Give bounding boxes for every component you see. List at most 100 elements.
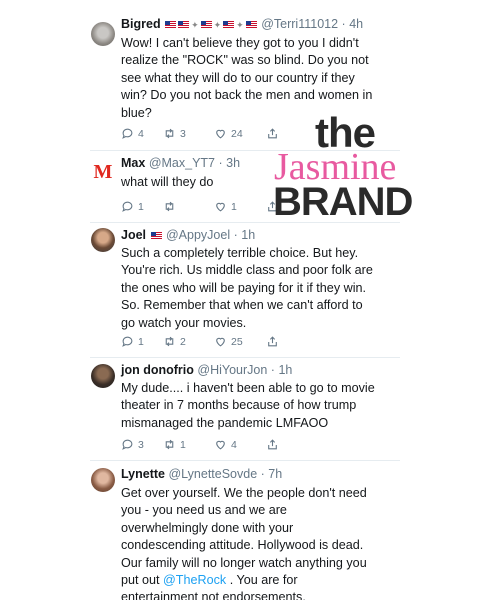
reply-count: 1 xyxy=(138,335,144,348)
timestamp[interactable]: 4h xyxy=(349,17,363,31)
timestamp[interactable]: 3h xyxy=(226,156,240,170)
tweet-actions: 1 1 xyxy=(121,200,291,216)
retweet-button[interactable]: 2 xyxy=(163,335,186,348)
retweet-count: 2 xyxy=(180,335,186,348)
text-line: see what they will do to our country if … xyxy=(121,70,355,85)
retweet-icon xyxy=(165,439,174,450)
tweet-header: jon donofrio @HiYourJon · 1h xyxy=(121,363,292,377)
heart-icon xyxy=(216,440,225,450)
retweet-icon xyxy=(165,201,174,212)
text-line: Wow! I can't believe they got to you I d… xyxy=(121,36,359,50)
avatar-letter: M xyxy=(93,161,113,183)
handle[interactable]: @LynetteSovde xyxy=(168,467,257,481)
reply-button[interactable]: 4 xyxy=(121,127,144,140)
reply-count: 4 xyxy=(138,127,144,140)
avatar[interactable] xyxy=(91,364,115,388)
brand-watermark: the Jasmine BRAND xyxy=(270,112,450,224)
reply-icon xyxy=(122,439,133,450)
reply-button[interactable]: 1 xyxy=(121,335,144,348)
tweet-actions: 1 2 25 xyxy=(121,335,291,351)
share-icon xyxy=(268,336,277,347)
text-line: Such a completely terrible choice. But h… xyxy=(121,246,359,260)
text-fragment: . You are for xyxy=(226,573,298,588)
text-line: realize the "ROCK" was so blind. Do you … xyxy=(121,53,369,68)
text-fragment: put out xyxy=(121,573,164,588)
watermark-brand: BRAND xyxy=(273,180,413,224)
retweet-icon xyxy=(165,336,174,347)
display-name[interactable]: Lynette xyxy=(121,467,165,481)
like-count: 1 xyxy=(231,200,237,213)
reply-button[interactable]: 1 xyxy=(121,200,144,213)
heart-icon xyxy=(216,129,225,139)
display-name[interactable]: Bigred xyxy=(121,17,161,31)
like-count: 25 xyxy=(231,335,243,348)
share-button[interactable] xyxy=(266,335,283,348)
tweet-header: Max @Max_YT7 · 3h xyxy=(121,156,240,170)
text-line: So. Remember that when we can't afford t… xyxy=(121,298,363,313)
text-line: Our family will no longer watch anything… xyxy=(121,555,367,570)
avatar[interactable] xyxy=(91,22,115,46)
text-line: win? Do you not back the men and women i… xyxy=(121,88,373,103)
text-line: entertainment not endorsements. xyxy=(121,590,306,600)
separator: · xyxy=(270,363,275,377)
avatar[interactable] xyxy=(91,468,115,492)
text-line: My dude.... i haven't been able to go to… xyxy=(121,381,375,395)
divider xyxy=(90,460,400,461)
flag-emoji xyxy=(150,228,163,242)
heart-icon xyxy=(216,337,225,347)
display-name[interactable]: jon donofrio xyxy=(121,363,194,377)
retweet-button[interactable]: 3 xyxy=(163,127,186,140)
like-count: 4 xyxy=(231,438,237,451)
like-count: 24 xyxy=(231,127,243,140)
tweet-header: Lynette @LynetteSovde · 7h xyxy=(121,467,282,481)
separator: · xyxy=(218,156,223,170)
like-button[interactable]: 1 xyxy=(214,200,237,213)
tweet-actions: 4 3 24 xyxy=(121,127,291,143)
retweet-count: 1 xyxy=(180,438,186,451)
reply-icon xyxy=(122,336,133,347)
handle[interactable]: @HiYourJon xyxy=(197,363,267,377)
handle[interactable]: @Terri111012 xyxy=(261,17,338,31)
tweet-header: Joel @AppyJoel · 1h xyxy=(121,228,255,242)
retweet-button[interactable]: 1 xyxy=(163,438,186,451)
flag-emojis: ✦ ✦ ✦ xyxy=(164,17,258,31)
tweet-actions: 3 1 4 xyxy=(121,438,291,454)
reply-icon xyxy=(122,128,133,139)
reply-count: 1 xyxy=(138,200,144,213)
tweet-header: Bigred ✦ ✦ ✦ @Terri111012 · 4h xyxy=(121,17,363,31)
text-line: mismanaged the pandemic LMFAOO xyxy=(121,415,329,430)
separator: · xyxy=(233,228,238,242)
display-name[interactable]: Max xyxy=(121,156,145,170)
share-button[interactable] xyxy=(266,438,283,451)
handle[interactable]: @Max_YT7 xyxy=(149,156,215,170)
retweet-count: 3 xyxy=(180,127,186,140)
mention-link[interactable]: @TheRock xyxy=(163,573,226,587)
handle[interactable]: @AppyJoel xyxy=(166,228,230,242)
reply-icon xyxy=(122,201,133,212)
timestamp[interactable]: 1h xyxy=(241,228,255,242)
text-line: You're rich. Us middle class and poor fo… xyxy=(121,263,373,278)
like-button[interactable]: 4 xyxy=(214,438,237,451)
text-line: theater in 7 months because of how trump xyxy=(121,398,357,413)
retweet-icon xyxy=(165,128,174,139)
share-icon xyxy=(268,439,277,450)
avatar[interactable] xyxy=(91,228,115,252)
timestamp[interactable]: 1h xyxy=(278,363,292,377)
text-line: go watch your movies. xyxy=(121,315,247,330)
reply-count: 3 xyxy=(138,438,144,451)
text-line: the ones who will be paying for it if th… xyxy=(121,280,367,295)
reply-button[interactable]: 3 xyxy=(121,438,144,451)
retweet-button[interactable] xyxy=(163,200,180,213)
timestamp[interactable]: 7h xyxy=(268,467,282,481)
divider xyxy=(90,357,400,358)
text-line: Get over yourself. We the people don't n… xyxy=(121,486,367,500)
like-button[interactable]: 25 xyxy=(214,335,243,348)
tweet-text: Get over yourself. We the people don't n… xyxy=(121,485,391,600)
display-name[interactable]: Joel xyxy=(121,228,146,242)
tweet-text: Such a completely terrible choice. But h… xyxy=(121,245,391,332)
avatar[interactable]: M xyxy=(91,160,115,184)
like-button[interactable]: 24 xyxy=(214,127,243,140)
heart-icon xyxy=(216,202,225,212)
text-line: condescending attitude. Hollywood is dea… xyxy=(121,538,364,553)
separator: · xyxy=(341,17,346,31)
